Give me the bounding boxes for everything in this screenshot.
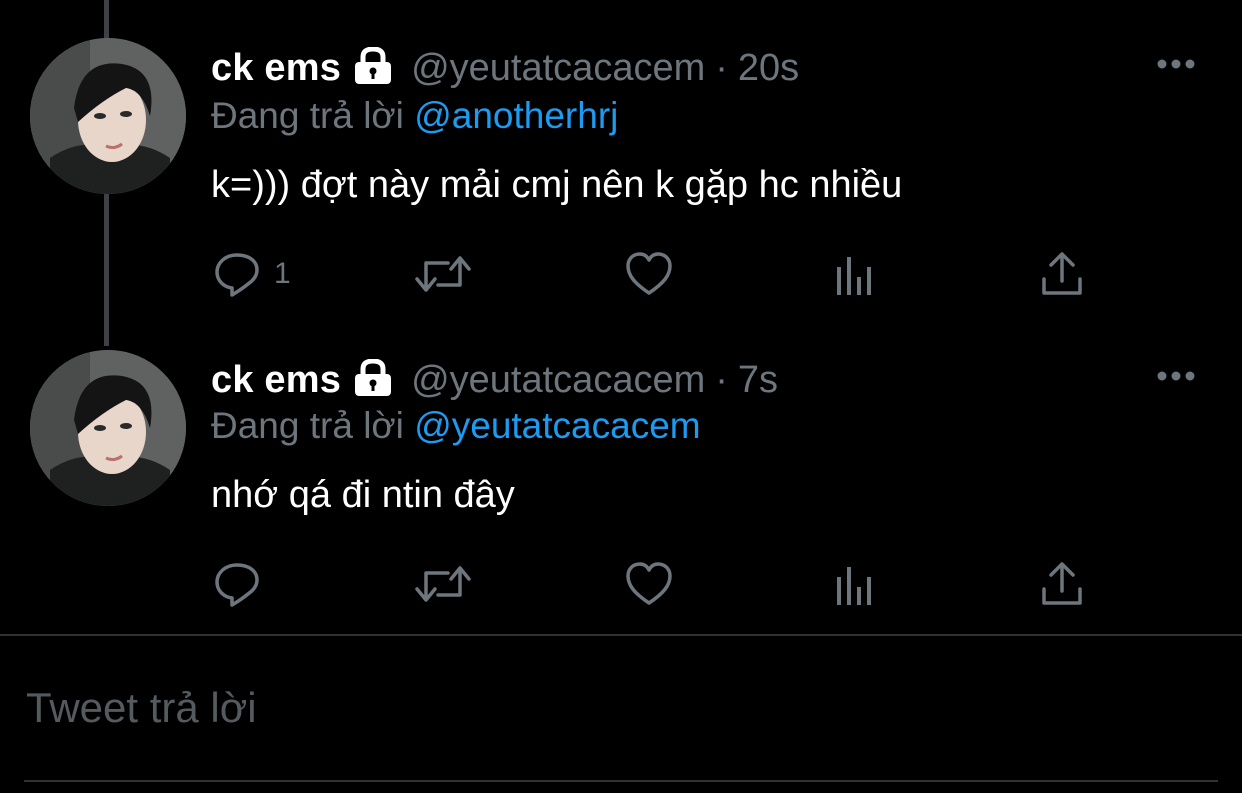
separator-dot: ·: [715, 46, 728, 89]
reply-composer-input[interactable]: Tweet trả lời: [26, 684, 257, 732]
tweet-header: ck ems @yeutatcacacem · 20s: [211, 43, 799, 93]
share-button[interactable]: [1038, 246, 1086, 302]
tweet-text: k=))) đợt này mải cmj nên k gặp hc nhiều: [211, 164, 903, 206]
reply-count: 1: [274, 257, 291, 290]
mention-link[interactable]: @anotherhrj: [414, 95, 618, 136]
more-icon[interactable]: [1156, 58, 1196, 70]
like-button[interactable]: [624, 246, 674, 302]
avatar[interactable]: [30, 350, 186, 506]
replying-prefix: Đang trả lời: [211, 95, 404, 136]
reply-icon: [215, 253, 259, 297]
like-icon: [626, 562, 672, 605]
lock-icon: [351, 357, 395, 402]
retweet-button[interactable]: [414, 556, 472, 612]
share-button[interactable]: [1038, 556, 1086, 612]
display-name[interactable]: ck ems: [211, 47, 341, 90]
replying-to: Đang trả lời @anotherhrj: [211, 95, 618, 137]
user-handle[interactable]: @yeutatcacacem: [411, 359, 705, 402]
reply-button[interactable]: [212, 556, 274, 612]
mention-link[interactable]: @yeutatcacacem: [414, 405, 700, 446]
timestamp[interactable]: 20s: [738, 47, 799, 90]
tweet-actions: [0, 556, 1242, 616]
reply-icon: [215, 563, 259, 607]
retweet-icon: [415, 566, 471, 602]
composer-underline: [24, 780, 1218, 782]
divider: [0, 634, 1242, 636]
timestamp[interactable]: 7s: [738, 359, 778, 402]
views-button[interactable]: [832, 246, 878, 302]
tweet-header: ck ems @yeutatcacacem · 7s: [211, 355, 778, 405]
like-button[interactable]: [624, 556, 674, 612]
share-icon: [1042, 252, 1082, 295]
views-icon: [837, 567, 871, 605]
more-icon[interactable]: [1156, 370, 1196, 382]
views-button[interactable]: [832, 556, 878, 612]
user-handle[interactable]: @yeutatcacacem: [411, 47, 705, 90]
avatar[interactable]: [30, 38, 186, 194]
display-name[interactable]: ck ems: [211, 359, 341, 402]
tweet-thread-screen: ck ems @yeutatcacacem · 20s Đang trả lời…: [0, 0, 1242, 793]
share-icon: [1042, 562, 1082, 605]
replying-to: Đang trả lời @yeutatcacacem: [211, 405, 701, 447]
separator-dot: ·: [715, 358, 728, 401]
tweet[interactable]: ck ems @yeutatcacacem · 7s Đang trả lời …: [0, 330, 1242, 630]
reply-button[interactable]: 1: [212, 246, 291, 302]
replying-prefix: Đang trả lời: [211, 405, 404, 446]
retweet-button[interactable]: [414, 246, 472, 302]
tweet-actions: 1: [0, 246, 1242, 306]
lock-icon: [351, 45, 395, 90]
tweet[interactable]: ck ems @yeutatcacacem · 20s Đang trả lời…: [0, 0, 1242, 330]
retweet-icon: [415, 256, 471, 292]
tweet-text: nhớ qá đi ntin đây: [211, 474, 515, 516]
like-icon: [626, 252, 672, 295]
views-icon: [837, 257, 871, 295]
